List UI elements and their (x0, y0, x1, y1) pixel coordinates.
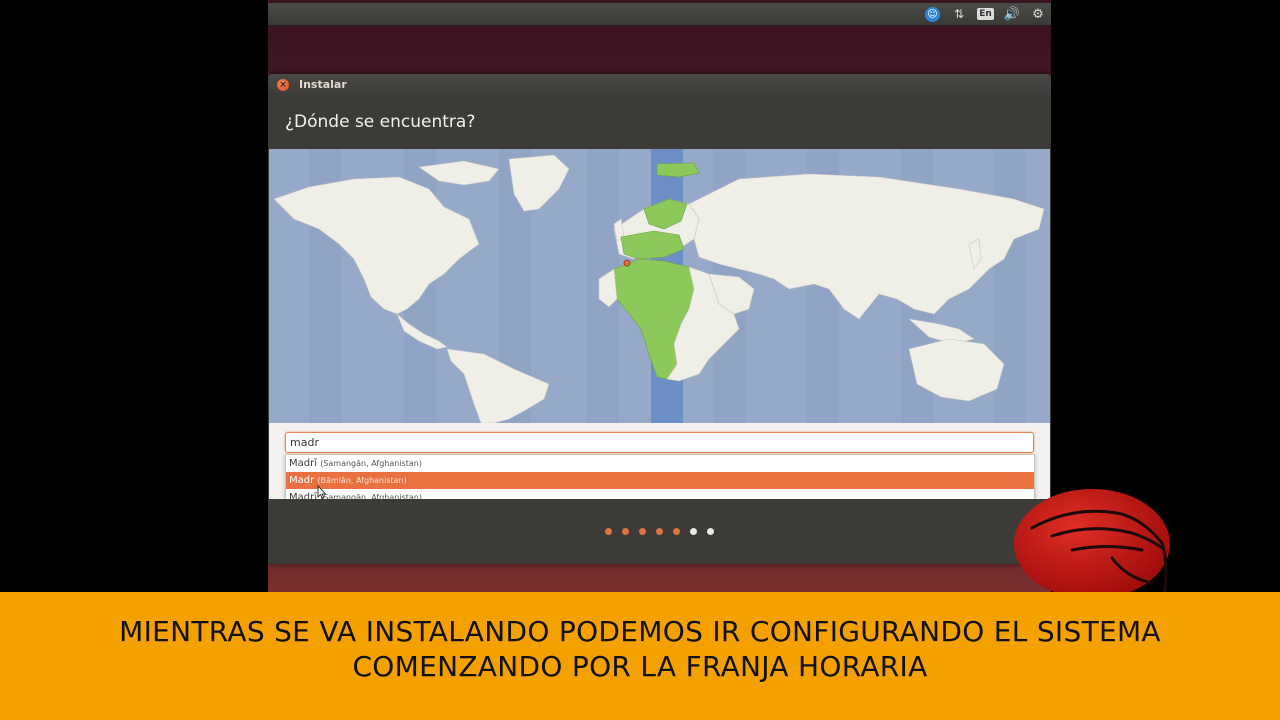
caption-banner: MIENTRAS SE VA INSTALANDO PODEMOS IR CON… (0, 592, 1280, 720)
world-map-graphic (273, 149, 1045, 423)
progress-dot (656, 528, 663, 535)
caption-text: MIENTRAS SE VA INSTALANDO PODEMOS IR CON… (0, 614, 1280, 684)
suggestion-region: (Samangān, Afghanistan) (320, 459, 422, 468)
accessibility-icon[interactable]: ☺ (924, 6, 941, 22)
top-panel: ☺ ⇅ En 🔊 ⚙ (268, 3, 1051, 26)
location-panel: Madrī (Samangān, Afghanistan) Madr (Bāmi… (269, 423, 1050, 507)
progress-dots (605, 528, 714, 535)
progress-dot (707, 528, 714, 535)
suggestion-name: Madrī (289, 458, 317, 469)
progress-dot (605, 528, 612, 535)
caption-line-2: COMENZANDO POR LA FRANJA HORARIA (352, 650, 928, 683)
keyboard-layout-label: En (977, 8, 994, 20)
suggestion-item[interactable]: Madrī (Samangān, Afghanistan) (286, 455, 1034, 472)
installer-window: × Instalar ¿Dónde se encuentra? madr Mad… (268, 74, 1051, 564)
suggestion-region: (Bāmiān, Afghanistan) (317, 476, 407, 485)
gear-icon[interactable]: ⚙ (1030, 6, 1046, 22)
keyboard-layout-indicator[interactable]: En (977, 6, 994, 22)
progress-dot (622, 528, 629, 535)
close-icon[interactable]: × (277, 79, 289, 91)
caption-line-1: MIENTRAS SE VA INSTALANDO PODEMOS IR CON… (119, 615, 1161, 648)
installer-footer (269, 499, 1050, 564)
window-title: Instalar (299, 78, 347, 91)
location-search-input[interactable] (285, 432, 1034, 453)
window-titlebar[interactable]: × Instalar (268, 74, 1051, 96)
network-arrows-icon[interactable]: ⇅ (952, 6, 966, 22)
progress-dot (690, 528, 697, 535)
progress-dot (673, 528, 680, 535)
timezone-map[interactable] (269, 149, 1050, 423)
suggestion-item-selected[interactable]: Madr (Bāmiān, Afghanistan) (286, 472, 1034, 489)
volume-icon[interactable]: 🔊 (1003, 6, 1021, 22)
location-marker-icon (623, 259, 631, 267)
mouse-cursor-icon (317, 485, 327, 499)
progress-dot (639, 528, 646, 535)
suggestion-name: Madr (289, 475, 315, 486)
desktop: ☺ ⇅ En 🔊 ⚙ × Instalar ¿Dónde se encuentr… (268, 0, 1051, 592)
page-title: ¿Dónde se encuentra? (285, 112, 476, 132)
